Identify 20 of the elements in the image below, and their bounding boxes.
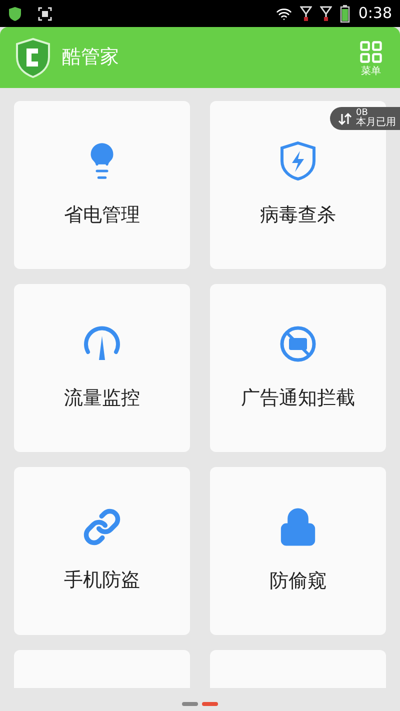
lock-icon (278, 506, 318, 547)
transfer-arrows-icon (338, 112, 352, 124)
shield-app-icon (8, 6, 22, 22)
shield-logo-icon (16, 38, 50, 78)
shield-lightning-icon (279, 140, 317, 181)
clock-time: 0:38 (358, 3, 392, 24)
screenshot-icon (38, 6, 52, 20)
feature-tile[interactable]: 省电管理 (14, 101, 190, 269)
wifi-icon (276, 6, 292, 22)
traffic-value: 0B (356, 109, 368, 118)
app-title: 酷管家 (62, 45, 120, 70)
signal-icon (320, 6, 332, 22)
feature-tile[interactable]: 流量监控 (14, 284, 190, 452)
battery-icon (340, 4, 350, 22)
feature-tile[interactable]: 广告通知拦截 (210, 284, 386, 452)
feature-tile[interactable]: 防偷窥 (210, 467, 386, 635)
no-ads-icon (278, 324, 318, 364)
feature-tile[interactable]: 手机防盗 (14, 467, 190, 635)
signal-icon (300, 6, 312, 22)
link-icon (83, 508, 121, 546)
